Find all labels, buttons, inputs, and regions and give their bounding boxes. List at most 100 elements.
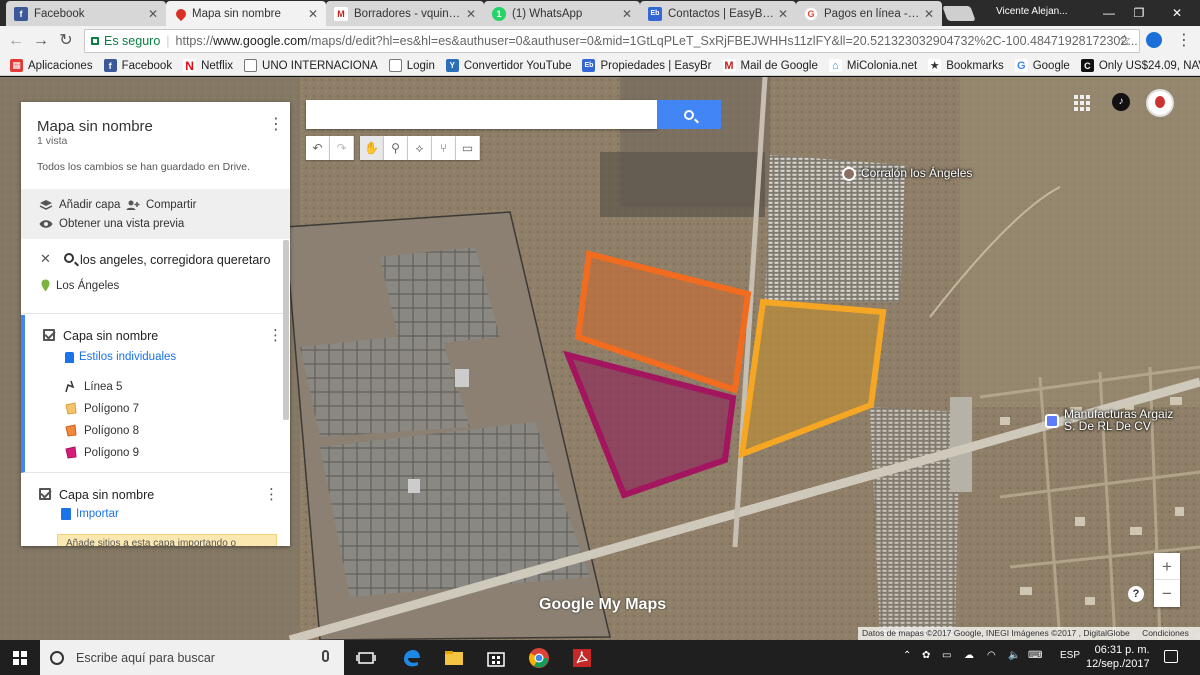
keyboard-icon[interactable]: ⌨: [1028, 650, 1042, 661]
close-icon[interactable]: ✕: [622, 7, 632, 21]
tab-mapa-sin-nombre[interactable]: Mapa sin nombre ✕: [166, 1, 326, 26]
notifications-icon[interactable]: ♪: [1112, 93, 1130, 111]
bookmark-convertidor-youtube[interactable]: Y Convertidor YouTube: [445, 59, 571, 72]
layer-title[interactable]: Capa sin nombre: [63, 329, 158, 343]
restore-button[interactable]: ❐: [1124, 4, 1154, 22]
tab-contactos-easybroker[interactable]: Eb Contactos | EasyBroke ✕: [640, 1, 796, 26]
tab-pagos-en-linea[interactable]: G Pagos en línea - Segu ✕: [796, 1, 942, 26]
tray-app-icon[interactable]: ✿: [922, 650, 930, 661]
task-view-icon[interactable]: [355, 647, 377, 669]
tab-borradores[interactable]: M Borradores - vquinter ✕: [326, 1, 484, 26]
close-icon[interactable]: ✕: [778, 7, 788, 21]
clear-search-icon[interactable]: ✕: [40, 251, 51, 267]
search-query[interactable]: los angeles, corregidora queretaro: [80, 253, 270, 267]
apps-grid-icon: ▦: [10, 59, 23, 72]
taskbar-search[interactable]: Escribe aquí para buscar: [40, 640, 344, 675]
place-label-corralon[interactable]: Corralón los Ángeles: [861, 166, 972, 180]
place-marker-icon[interactable]: [842, 167, 856, 181]
ruler-icon[interactable]: ▭: [456, 136, 480, 160]
microphone-icon[interactable]: [322, 650, 329, 662]
extension-icon[interactable]: [1146, 32, 1162, 48]
feature-linea-5[interactable]: Línea 5: [64, 380, 122, 393]
bookmark-uno-internacional[interactable]: UNO INTERNACIONA: [244, 59, 378, 72]
forward-arrow-icon[interactable]: →: [31, 32, 51, 50]
search-result-item[interactable]: Los Ángeles: [56, 280, 119, 292]
share-button[interactable]: Compartir: [126, 199, 196, 211]
zoom-in-button[interactable]: +: [1154, 553, 1180, 580]
profile-name[interactable]: Vicente Alejan...: [996, 6, 1068, 17]
layer-visibility-checkbox[interactable]: [39, 488, 51, 500]
account-avatar[interactable]: [1146, 89, 1174, 117]
bookmark-facebook[interactable]: f Facebook: [103, 59, 172, 72]
browser-menu-icon[interactable]: ⋮: [1176, 30, 1192, 50]
action-center-icon[interactable]: [1164, 650, 1178, 663]
volume-icon[interactable]: 🔈: [1008, 650, 1020, 661]
tray-expand-icon[interactable]: ⌃: [903, 650, 911, 661]
help-button[interactable]: ?: [1128, 586, 1144, 602]
panel-scrollbar[interactable]: [283, 240, 289, 420]
secure-indicator[interactable]: Es seguro: [91, 34, 160, 48]
layer-title[interactable]: Capa sin nombre: [59, 488, 154, 502]
close-icon[interactable]: ✕: [924, 7, 934, 21]
edge-browser-icon[interactable]: [400, 647, 422, 669]
easybroker-icon: Eb: [648, 6, 662, 21]
bookmark-only-us[interactable]: C Only US$24.09, NAVI: [1080, 59, 1200, 72]
windows-start-icon[interactable]: [13, 651, 27, 665]
language-indicator[interactable]: ESP: [1060, 650, 1080, 661]
zoom-out-button[interactable]: −: [1154, 580, 1180, 607]
tab-whatsapp[interactable]: 1 (1) WhatsApp ✕: [484, 1, 640, 26]
bookmark-propiedades-easybroker[interactable]: Eb Propiedades | EasyBr: [582, 59, 712, 72]
business-marker-icon[interactable]: [1045, 414, 1059, 428]
address-bar[interactable]: Es seguro | https:// www.google.com /map…: [84, 29, 1140, 53]
bookmark-star-icon[interactable]: ☆: [1118, 31, 1131, 49]
store-icon[interactable]: [485, 647, 507, 669]
add-marker-icon[interactable]: ⚲: [384, 136, 408, 160]
new-tab-button[interactable]: [942, 6, 976, 21]
terms-link[interactable]: Condiciones: [1142, 628, 1189, 638]
feature-poligono-7[interactable]: Polígono 7: [64, 402, 139, 415]
hand-pan-icon[interactable]: ✋: [360, 136, 384, 160]
layer-options-icon[interactable]: ⋮: [268, 326, 283, 344]
close-icon[interactable]: ✕: [466, 7, 476, 21]
map-search-button[interactable]: [657, 100, 721, 129]
feature-poligono-8[interactable]: Polígono 8: [64, 424, 139, 437]
file-explorer-icon[interactable]: [443, 647, 465, 669]
place-label-manufacturas[interactable]: Manufacturas Argaiz S. De RL De CV: [1064, 408, 1173, 432]
close-icon[interactable]: ✕: [148, 7, 158, 21]
clock[interactable]: 06:31 p. m. 12/sep./2017: [1086, 643, 1150, 671]
feature-poligono-9[interactable]: Polígono 9: [64, 446, 139, 459]
bookmark-login[interactable]: Login: [388, 59, 435, 72]
close-icon[interactable]: ✕: [308, 7, 318, 21]
undo-icon[interactable]: ↶: [306, 136, 330, 160]
map-search-input[interactable]: [306, 100, 657, 129]
reload-icon[interactable]: ↻: [56, 32, 76, 50]
map-options-icon[interactable]: ⋮: [268, 114, 284, 134]
onedrive-icon[interactable]: ☁: [964, 650, 974, 661]
add-layer-button[interactable]: Añadir capa: [39, 199, 120, 211]
bookmark-netflix[interactable]: N Netflix: [183, 59, 233, 73]
preview-button[interactable]: Obtener una vista previa: [39, 218, 184, 230]
back-arrow-icon[interactable]: ←: [6, 32, 26, 50]
chrome-icon[interactable]: [528, 647, 550, 669]
pdf-reader-icon[interactable]: [571, 647, 593, 669]
directions-icon[interactable]: ⑂: [432, 136, 456, 160]
battery-icon[interactable]: ▭: [942, 650, 951, 661]
map-title[interactable]: Mapa sin nombre: [37, 118, 153, 135]
bookmark-bookmarks[interactable]: ★ Bookmarks: [928, 59, 1004, 72]
layer-options-icon[interactable]: ⋮: [264, 485, 279, 503]
bookmark-aplicaciones[interactable]: ▦ Aplicaciones: [10, 59, 93, 72]
bookmark-google[interactable]: G Google: [1014, 59, 1070, 72]
draw-line-icon[interactable]: ⟡: [408, 136, 432, 160]
wifi-icon[interactable]: ◠: [987, 650, 996, 661]
minimize-button[interactable]: —: [1094, 4, 1124, 22]
google-apps-icon[interactable]: [1074, 95, 1090, 111]
bookmark-mail-de-google[interactable]: M Mail de Google: [722, 59, 818, 72]
tab-facebook[interactable]: f Facebook ✕: [6, 1, 166, 26]
layer-visibility-checkbox[interactable]: [43, 329, 55, 341]
green-pin-icon: [41, 279, 50, 292]
bookmark-micolonia[interactable]: ⌂ MiColonia.net: [828, 59, 917, 72]
individual-styles-link[interactable]: Estilos individuales: [65, 351, 176, 363]
close-window-button[interactable]: ✕: [1162, 4, 1192, 22]
import-link[interactable]: Importar: [61, 508, 119, 520]
redo-icon[interactable]: ↷: [330, 136, 354, 160]
